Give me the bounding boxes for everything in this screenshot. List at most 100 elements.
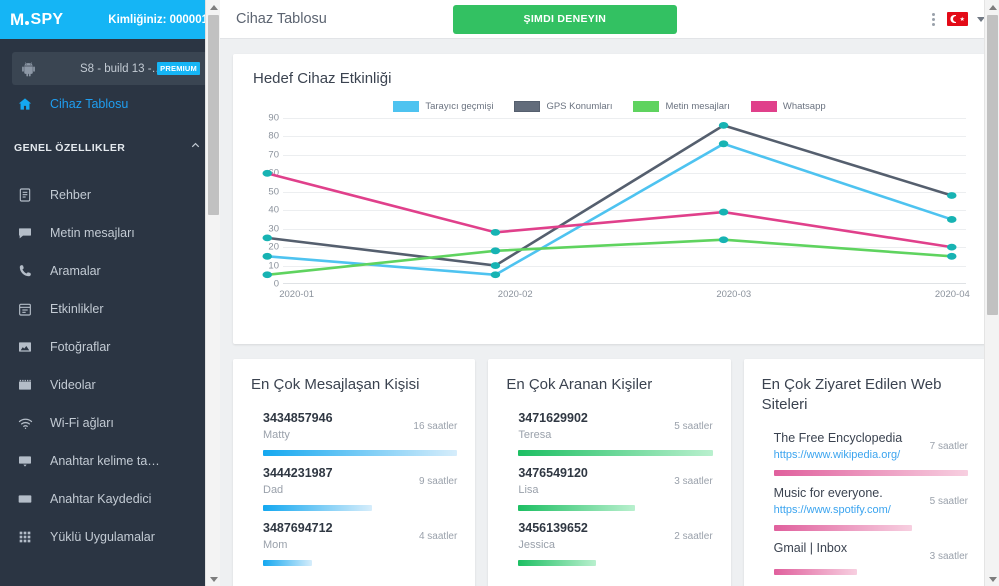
main-scroll-up-arrow[interactable] [985, 0, 999, 14]
sidebar-item-label: Anahtar kelime ta… [50, 454, 160, 468]
chart-data-point[interactable] [718, 140, 729, 148]
sidebar-item-yuklu-uygulamalar[interactable]: Yüklü Uygulamalar [0, 518, 220, 556]
list-item[interactable]: 3471629902 Teresa 5 saatler [506, 401, 713, 456]
list-item-secondary[interactable]: https://www.wikipedia.org/ [774, 447, 922, 463]
list-item-secondary[interactable]: https://www.spotify.com/ [774, 502, 922, 518]
sidebar-item-etkinlikler[interactable]: Etkinlikler [0, 290, 220, 328]
list-item-row: The Free Encyclopedia https://www.wikiped… [774, 430, 968, 463]
x-axis-tick: 2020-03 [716, 289, 752, 300]
chart-data-point[interactable] [718, 121, 729, 129]
legend-swatch [393, 101, 420, 112]
device-selector[interactable]: S8 - build 13 -… PREMIUM [12, 52, 208, 85]
list-item-main: 3471629902 Teresa [518, 410, 666, 443]
dashboard-content: Hedef Cihaz Etkinliği Tarayıcı geçmişi GP… [220, 39, 999, 586]
usage-bar-fill [263, 560, 312, 566]
keyword-icon [14, 453, 36, 469]
sidebar-item-rehber[interactable]: Rehber [0, 176, 220, 214]
chart-data-point[interactable] [490, 247, 501, 255]
turkish-flag-icon[interactable]: ★ [946, 12, 968, 26]
sidebar-scrollbar[interactable] [205, 0, 220, 586]
x-axis-tick: 2020-04 [934, 289, 970, 300]
mspy-logo[interactable]: M SPY [10, 10, 63, 30]
sidebar-scroll-down-arrow[interactable] [206, 572, 220, 586]
list-item-secondary: Teresa [518, 429, 552, 441]
chevron-up-icon [189, 139, 202, 157]
legend-item[interactable]: Metin mesajları [633, 101, 730, 112]
legend-item[interactable]: Tarayıcı geçmişi [393, 101, 493, 112]
legend-swatch [633, 101, 660, 112]
summary-card: En Çok Ziyaret Edilen Web Siteleri The Fr… [743, 359, 986, 586]
calendar-icon [14, 301, 36, 317]
list-item[interactable]: 3444231987 Dad 9 saatler [251, 456, 457, 511]
activity-chart-card: Hedef Cihaz Etkinliği Tarayıcı geçmişi GP… [233, 54, 986, 344]
x-axis-tick: 2020-02 [497, 289, 533, 300]
sidebar-item-aramalar[interactable]: Aramalar [0, 252, 220, 290]
sidebar-item-videolar[interactable]: Videolar [0, 366, 220, 404]
sidebar-scroll-up-arrow[interactable] [206, 0, 220, 14]
summary-card: En Çok Aranan Kişiler 3471629902 Teresa 5 s… [488, 359, 731, 586]
sms-icon [14, 225, 36, 241]
list-item-hours: 3 saatler [674, 476, 713, 487]
sidebar-scroll-thumb[interactable] [208, 15, 219, 215]
list-item-secondary: Mom [263, 539, 288, 551]
sidebar-item-fotograflar[interactable]: Fotoğraflar [0, 328, 220, 366]
apps-grid-icon [14, 529, 36, 545]
sidebar-item-metin-mesajlari[interactable]: Metin mesajları [0, 214, 220, 252]
chart-data-point[interactable] [262, 271, 273, 279]
chart-data-point[interactable] [490, 228, 501, 236]
chart-data-point[interactable] [490, 271, 501, 279]
x-axis-labels: 2020-01 2020-02 2020-03 2020-04 [279, 289, 970, 303]
keylogger-icon [14, 491, 36, 507]
kebab-menu-icon[interactable] [929, 10, 938, 29]
list-item-hours: 4 saatler [418, 531, 458, 542]
sidebar-section-general[interactable]: GENEL ÖZELLIKLER [0, 129, 220, 167]
sidebar-item-wifi[interactable]: Wi-Fi ağları [0, 404, 220, 442]
list-item[interactable]: The Free Encyclopedia https://www.wikiped… [762, 421, 968, 476]
chart-data-point[interactable] [718, 208, 729, 216]
summary-card-title: En Çok Aranan Kişiler [506, 376, 653, 393]
list-item-main: Gmail | Inbox [774, 540, 922, 556]
chart-data-point[interactable] [262, 169, 273, 177]
list-item[interactable]: Music for everyone. https://www.spotify.c… [762, 476, 968, 531]
sidebar-item-label: Metin mesajları [50, 226, 135, 240]
main-area: Cihaz Tablosu ŞIMDI DENEYIN ★ Hedef Ciha… [220, 0, 999, 586]
main-scroll-down-arrow[interactable] [985, 572, 999, 586]
list-item-row: Music for everyone. https://www.spotify.c… [774, 485, 968, 518]
legend-item[interactable]: GPS Konumları [514, 101, 612, 112]
list-item-primary: 3434857946 [263, 411, 333, 425]
chart-data-point[interactable] [262, 234, 273, 242]
main-scroll-thumb[interactable] [987, 15, 998, 315]
video-icon [14, 377, 36, 393]
list-item-secondary: Jessica [518, 539, 556, 551]
list-item-secondary: Matty [263, 429, 290, 441]
chart-data-point[interactable] [946, 216, 957, 223]
list-item-main: Music for everyone. https://www.spotify.c… [774, 485, 922, 518]
sidebar-item-label: Etkinlikler [50, 302, 104, 316]
sidebar-item-anahtar-kelime[interactable]: Anahtar kelime ta… [0, 442, 220, 480]
list-item[interactable]: 3476549120 Lisa 3 saatler [506, 456, 713, 511]
list-item[interactable]: 3487694712 Mom 4 saatler [251, 511, 457, 566]
try-now-button[interactable]: ŞIMDI DENEYIN [452, 4, 677, 34]
chart-data-point[interactable] [490, 262, 501, 269]
list-item-row: 3444231987 Dad 9 saatler [263, 465, 457, 498]
list-item[interactable]: 3434857946 Matty 16 saatler [251, 401, 458, 456]
x-axis-tick: 2020-01 [279, 289, 315, 300]
legend-item[interactable]: Whatsapp [750, 101, 826, 112]
top-bar-actions: ★ [929, 10, 985, 29]
list-item-main: 3487694712 Mom [263, 520, 411, 553]
sidebar-item-dashboard[interactable]: Cihaz Tablosu [0, 85, 220, 123]
sidebar-item-anahtar-kaydedici[interactable]: Anahtar Kaydedici [0, 480, 220, 518]
summary-card: En Çok Mesajlaşan Kişisi 3434857946 Matty 1… [233, 359, 476, 586]
chart-data-point[interactable] [262, 252, 273, 260]
list-item-hours: 2 saatler [674, 531, 713, 542]
list-item[interactable]: Gmail | Inbox 3 saatler [762, 531, 968, 575]
list-item[interactable]: 3456139652 Jessica 2 saatler [506, 511, 713, 566]
chart-data-point[interactable] [718, 236, 729, 244]
sidebar-item-label: Wi-Fi ağları [50, 416, 114, 430]
list-item-secondary: Dad [263, 484, 284, 496]
main-scrollbar[interactable] [984, 0, 999, 586]
chart-data-point[interactable] [946, 252, 957, 260]
chart-data-point[interactable] [946, 192, 957, 199]
sidebar-item-label: Videolar [50, 378, 96, 392]
chart-data-point[interactable] [946, 243, 957, 251]
